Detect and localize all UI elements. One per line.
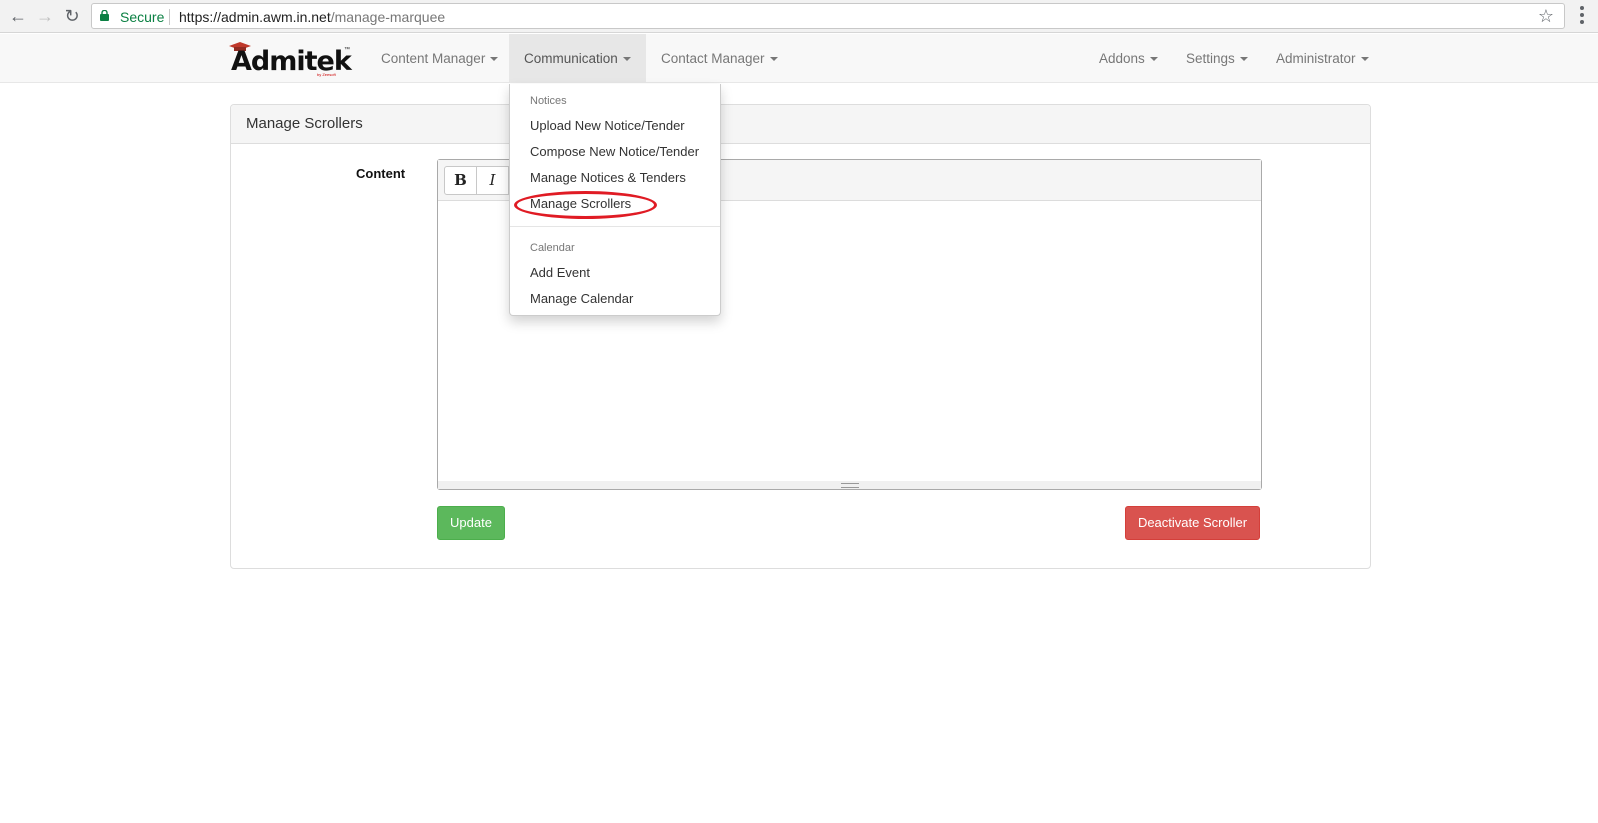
communication-dropdown-menu: Notices Upload New Notice/Tender Compose… bbox=[509, 84, 721, 316]
menu-item-compose-notice[interactable]: Compose New Notice/Tender bbox=[530, 144, 699, 159]
nav-settings[interactable]: Settings bbox=[1171, 34, 1263, 83]
nav-administrator[interactable]: Administrator bbox=[1261, 34, 1384, 83]
italic-button[interactable]: I bbox=[476, 166, 509, 195]
bold-button[interactable]: B bbox=[444, 166, 477, 195]
url-text[interactable]: https://admin.awm.in.net/manage-marquee bbox=[179, 9, 445, 25]
nav-communication[interactable]: Communication bbox=[509, 34, 646, 83]
caret-down-icon bbox=[1149, 57, 1158, 62]
nav-content-manager[interactable]: Content Manager bbox=[366, 34, 513, 83]
logo-trademark: ™ bbox=[344, 47, 350, 53]
caret-down-icon bbox=[490, 57, 499, 62]
nav-label: Administrator bbox=[1276, 51, 1356, 66]
nav-label: Addons bbox=[1099, 51, 1145, 66]
caret-down-icon bbox=[1239, 57, 1248, 62]
browser-chrome: ← → ↻ Secure https://admin.awm.in.net/ma… bbox=[0, 0, 1598, 33]
app-navbar: Admitek ™ by Zeesoft Content Manager Com… bbox=[0, 34, 1598, 83]
forward-arrow-icon[interactable]: → bbox=[35, 6, 55, 26]
menu-item-add-event[interactable]: Add Event bbox=[530, 265, 590, 280]
nav-label: Contact Manager bbox=[661, 51, 765, 66]
highlight-annotation bbox=[514, 191, 657, 219]
nav-label: Content Manager bbox=[381, 51, 486, 66]
address-separator bbox=[169, 9, 170, 25]
secure-label: Secure bbox=[120, 9, 165, 25]
nav-label: Settings bbox=[1186, 51, 1235, 66]
content-label: Content bbox=[356, 166, 406, 181]
deactivate-scroller-button[interactable]: Deactivate Scroller bbox=[1125, 506, 1260, 540]
back-arrow-icon[interactable]: ← bbox=[8, 6, 28, 26]
editor-resize-bar[interactable] bbox=[438, 481, 1261, 489]
caret-down-icon bbox=[769, 57, 778, 62]
dropdown-divider bbox=[510, 226, 720, 227]
bookmark-star-icon[interactable]: ☆ bbox=[1538, 6, 1554, 27]
nav-contact-manager[interactable]: Contact Manager bbox=[646, 34, 793, 83]
lock-icon bbox=[100, 10, 109, 21]
caret-down-icon bbox=[622, 57, 631, 62]
menu-item-manage-calendar[interactable]: Manage Calendar bbox=[530, 291, 633, 306]
menu-item-upload-notice[interactable]: Upload New Notice/Tender bbox=[530, 118, 685, 133]
reload-icon[interactable]: ↻ bbox=[62, 6, 82, 26]
update-button[interactable]: Update bbox=[437, 506, 505, 540]
admitek-logo[interactable]: Admitek ™ by Zeesoft bbox=[229, 42, 352, 78]
logo-byline: by Zeesoft bbox=[317, 72, 336, 77]
dropdown-header-notices: Notices bbox=[530, 95, 567, 107]
dropdown-header-calendar: Calendar bbox=[530, 242, 575, 254]
url-host: https://admin.awm.in.net bbox=[179, 9, 331, 25]
menu-item-manage-notices[interactable]: Manage Notices & Tenders bbox=[530, 170, 686, 185]
caret-down-icon bbox=[1360, 57, 1369, 62]
nav-addons[interactable]: Addons bbox=[1084, 34, 1173, 83]
url-path: /manage-marquee bbox=[330, 9, 446, 25]
resize-grip-icon[interactable] bbox=[841, 483, 859, 488]
panel-title: Manage Scrollers bbox=[231, 105, 1370, 144]
nav-label: Communication bbox=[524, 51, 618, 66]
address-bar[interactable]: Secure https://admin.awm.in.net/manage-m… bbox=[91, 3, 1565, 29]
browser-menu-icon[interactable] bbox=[1580, 6, 1584, 24]
